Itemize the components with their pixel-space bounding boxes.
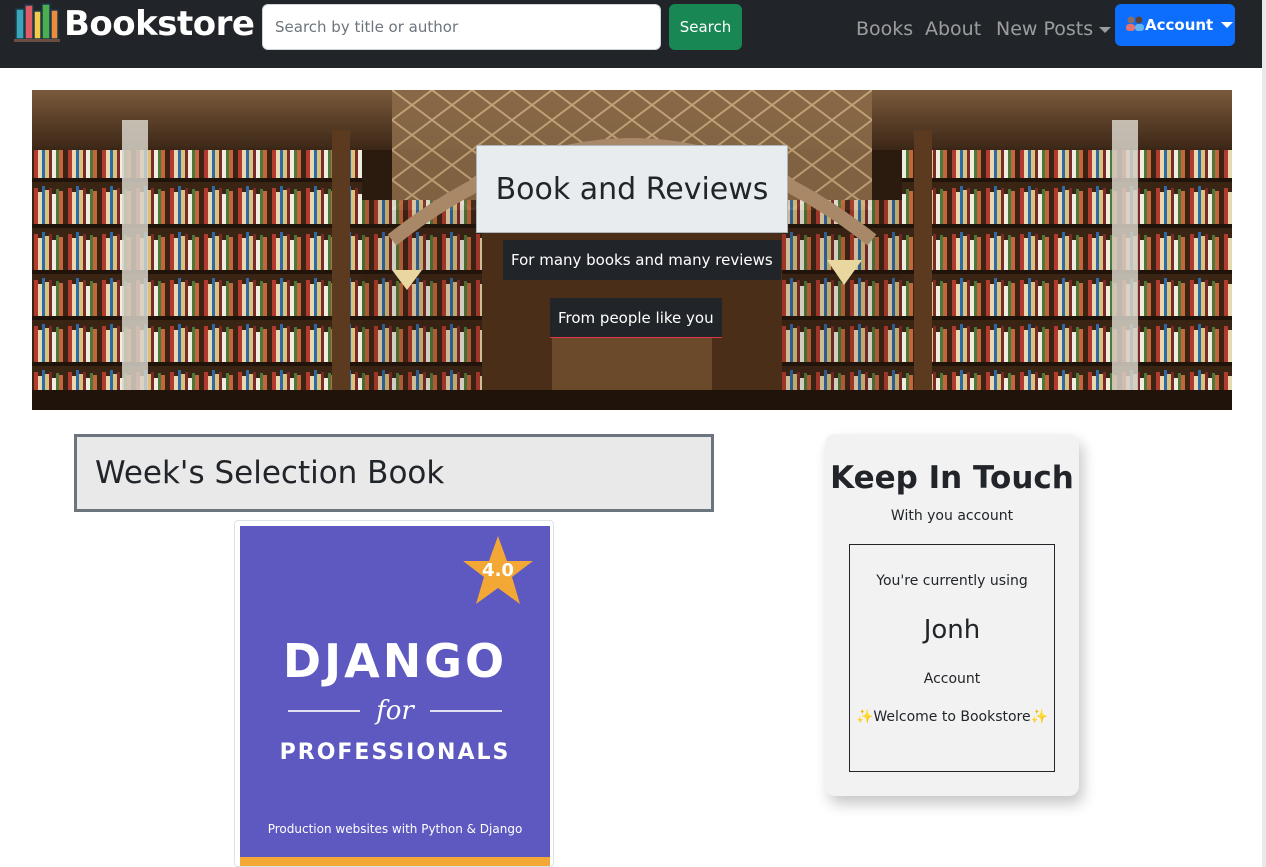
- username: Jonh: [923, 615, 981, 645]
- book-title-line-2-row: for: [288, 694, 502, 728]
- account-label-text: Account: [923, 671, 981, 687]
- book-cover-image: 4.0 DJANGO for PROFESSIONALS Production …: [240, 526, 550, 866]
- book-tagline: Production websites with Python & Django: [267, 822, 523, 836]
- chevron-down-icon: [1221, 22, 1234, 28]
- book-cover-card[interactable]: 4.0 DJANGO for PROFESSIONALS Production …: [234, 520, 554, 867]
- top-navbar: Bookstore Search Books About New Posts A…: [0, 0, 1266, 68]
- hero-banner: Book and Reviews For many books and many…: [32, 90, 1232, 410]
- search-input[interactable]: [262, 4, 661, 50]
- divider: [430, 710, 502, 712]
- search-button[interactable]: Search: [669, 4, 742, 50]
- book-rating: 4.0: [482, 560, 514, 581]
- sparkles-icon: ✨: [855, 709, 874, 725]
- page-scrollbar[interactable]: [1262, 0, 1266, 867]
- account-label: Account: [1145, 16, 1214, 34]
- chevron-down-icon: [1099, 26, 1112, 33]
- book-bottom-band: [240, 857, 550, 866]
- brand-label: Bookstore: [64, 4, 255, 44]
- keep-in-touch-title: Keep In Touch: [830, 460, 1074, 496]
- new-posts-label: New Posts: [996, 18, 1094, 40]
- book-title-line-3: PROFESSIONALS: [279, 740, 511, 765]
- week-selection-header: Week's Selection Book: [74, 434, 714, 512]
- hero-title-box: Book and Reviews: [476, 145, 788, 233]
- book-title-line-2: for: [376, 696, 414, 726]
- week-selection-heading: Week's Selection Book: [95, 455, 445, 491]
- sparkles-icon: ✨: [1030, 709, 1049, 725]
- books-icon: [14, 1, 60, 47]
- account-dropdown-button[interactable]: Account: [1115, 4, 1235, 46]
- currently-using-label: You're currently using: [876, 573, 1028, 589]
- people-icon: [1125, 14, 1145, 36]
- brand-link[interactable]: Bookstore: [14, 1, 255, 47]
- hero-subtitle-2: From people like you: [550, 298, 722, 338]
- account-info-box: You're currently using Jonh Account ✨Wel…: [849, 544, 1055, 772]
- keep-in-touch-subtitle: With you account: [890, 508, 1014, 524]
- nav-link-books[interactable]: Books: [856, 16, 913, 42]
- welcome-message: ✨Welcome to Bookstore✨: [850, 709, 1054, 725]
- welcome-text: Welcome to Bookstore: [873, 709, 1031, 725]
- book-title-line-1: DJANGO: [282, 634, 508, 688]
- hero-title: Book and Reviews: [495, 171, 769, 207]
- divider: [288, 710, 360, 712]
- hero-subtitle-1: For many books and many reviews: [503, 240, 781, 280]
- keep-in-touch-card: Keep In Touch With you account You're cu…: [825, 434, 1079, 796]
- nav-dropdown-new-posts[interactable]: New Posts: [996, 16, 1112, 42]
- nav-link-about[interactable]: About: [925, 16, 981, 42]
